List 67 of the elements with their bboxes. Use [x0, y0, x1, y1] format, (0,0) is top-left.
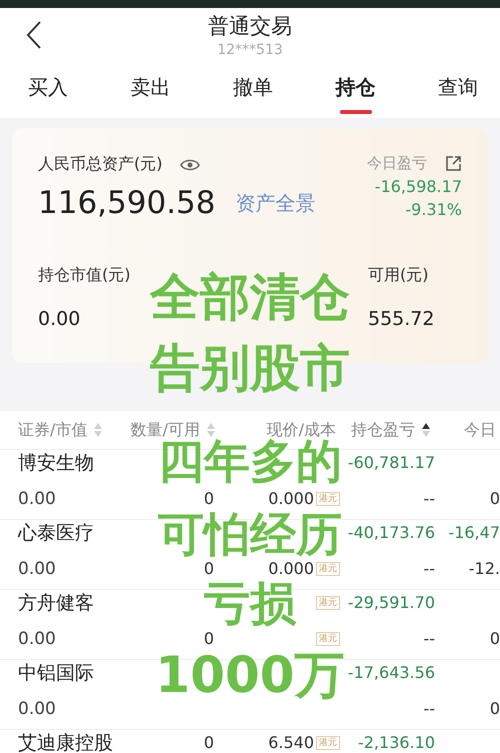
position-pnl: -2,136.10	[358, 732, 435, 753]
today-pnl-ratio: -12.	[468, 558, 500, 580]
position-pnl: -29,591.70	[348, 592, 435, 614]
tab[interactable]: 买入	[28, 74, 68, 118]
cost-price: 0.000	[268, 558, 314, 580]
back-icon[interactable]	[26, 20, 42, 50]
stat-label: 可用(元)	[368, 265, 430, 286]
stat-value: 555.72	[368, 308, 436, 330]
current-price: 6.540	[268, 732, 314, 753]
position-pnl: -40,173.76	[348, 522, 435, 544]
today-pnl-percent: -9.31%	[405, 200, 462, 219]
currency-tag: 港元	[316, 492, 340, 506]
market-value: 0.00	[17, 488, 56, 510]
today-pnl-label: 今日盈亏	[367, 154, 427, 173]
total-assets-value: 116,590.58	[38, 185, 216, 221]
overlay-caption: 全部清仓	[150, 272, 350, 322]
stock-name: 艾迪康控股	[17, 732, 113, 753]
cost-price: 0.000	[268, 488, 314, 510]
today-pnl-value: -16,598.17	[374, 177, 462, 196]
today-pnl-ratio: 0	[490, 628, 500, 650]
tab[interactable]: 查询	[438, 74, 478, 118]
sort-icon[interactable]	[421, 422, 431, 438]
position-pnl: -17,643.56	[348, 662, 435, 684]
column-header: 数量/可用	[130, 420, 200, 440]
currency-tag: 港元	[316, 596, 340, 610]
overlay-caption: 四年多的	[158, 438, 342, 484]
column-header: 今日	[464, 420, 496, 440]
currency-tag: 港元	[316, 736, 340, 750]
currency-tag: 港元	[316, 562, 340, 576]
overlay-caption: 可怕经历	[158, 511, 342, 557]
position-pnl-ratio: --	[423, 488, 435, 510]
tab[interactable]: 撤单	[233, 74, 273, 118]
stock-name: 心泰医疗	[16, 522, 94, 544]
column-header: 证券/市值	[18, 420, 88, 440]
share-icon[interactable]	[445, 155, 462, 172]
stat-value: 0.00	[38, 308, 82, 330]
tab[interactable]: 持仓	[336, 74, 376, 118]
currency-tag: 港元	[316, 632, 340, 646]
today-pnl-ratio: 0	[490, 488, 500, 510]
stat-label: 持仓市值(元)	[38, 265, 132, 286]
available-quantity: 0	[204, 628, 214, 650]
column-header: 现价/成本	[266, 420, 336, 438]
market-value: 0.00	[17, 698, 56, 720]
available-quantity: 0	[204, 558, 214, 580]
stock-name: 方舟健客	[17, 592, 94, 614]
available-quantity: 0	[204, 488, 214, 510]
column-header: 持仓盈亏	[351, 420, 415, 440]
today-pnl-ratio: 0	[490, 698, 500, 720]
position-pnl: -60,781.17	[348, 452, 435, 474]
tab-underline	[340, 110, 372, 114]
account-number: 12***513	[217, 42, 283, 58]
market-value: 0.00	[17, 558, 56, 580]
position-pnl-ratio: --	[423, 558, 435, 580]
today-pnl: -16,47	[448, 522, 500, 544]
eye-icon[interactable]	[180, 158, 200, 172]
overlay-caption: 告别股市	[150, 343, 350, 393]
tab[interactable]: 卖出	[130, 74, 170, 118]
overlay-caption: 亏损	[204, 580, 296, 626]
market-value: 0.00	[17, 628, 56, 650]
quantity: 0	[204, 732, 214, 753]
position-pnl-ratio: --	[423, 628, 435, 650]
page-title: 普通交易	[208, 13, 292, 40]
overlay-caption: 1000万	[155, 650, 345, 700]
total-assets-label: 人民币总资产(元)	[38, 154, 162, 175]
position-pnl-ratio: --	[423, 698, 435, 720]
stock-name: 中铝国际	[17, 662, 94, 684]
stock-name: 博安生物	[17, 452, 94, 474]
